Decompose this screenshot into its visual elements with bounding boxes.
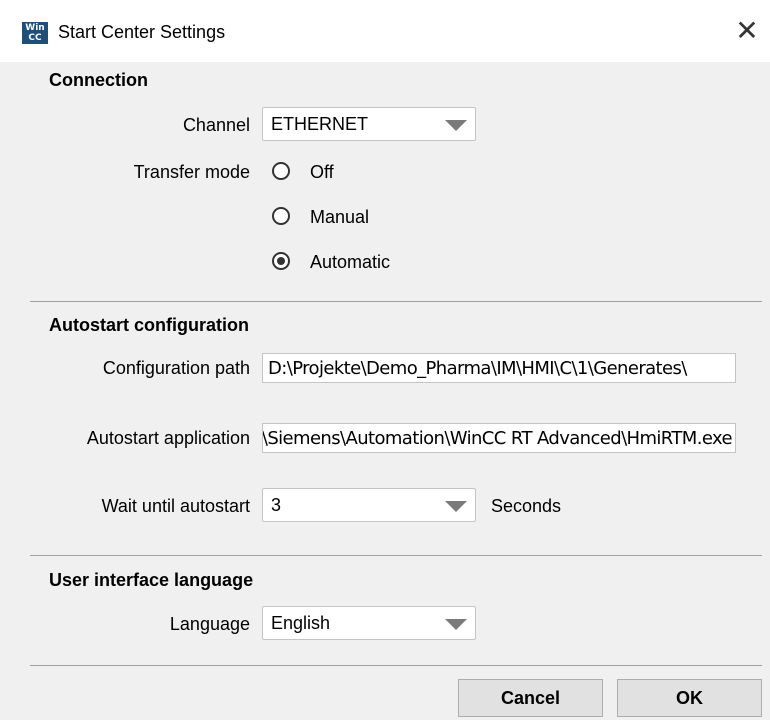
autostart-app-input[interactable]: C:\Program Files\Siemens\Automation\WinC… <box>262 423 736 453</box>
radio-automatic-label: Automatic <box>310 252 391 272</box>
transfer-mode-label: Transfer mode <box>133 162 250 182</box>
close-icon: ✕ <box>735 15 759 46</box>
window-title: Start Center Settings <box>58 22 226 42</box>
wait-autostart-dropdown[interactable]: 3 <box>262 488 476 522</box>
config-path-label: Configuration path <box>102 358 250 378</box>
autostart-app-label: Autostart application <box>86 428 250 448</box>
dropdown-arrow-icon <box>445 501 467 512</box>
ok-button[interactable]: OK <box>617 679 762 717</box>
connection-section-title: Connection <box>49 70 148 90</box>
language-section-title: User interface language <box>49 570 254 590</box>
language-dropdown[interactable]: English <box>262 606 476 640</box>
autostart-section-title: Autostart configuration <box>49 315 249 335</box>
channel-label: Channel <box>182 115 250 135</box>
channel-value: ETHERNET <box>271 114 369 134</box>
radio-manual[interactable] <box>272 207 290 225</box>
autostart-app-value: C:\Program Files\Siemens\Automation\WinC… <box>262 428 733 449</box>
separator <box>30 665 762 666</box>
dropdown-arrow-icon <box>445 619 467 630</box>
title-bar: Win CC Start Center Settings ✕ <box>0 0 770 62</box>
radio-off-label: Off <box>310 162 334 182</box>
separator <box>30 555 762 556</box>
wait-autostart-value: 3 <box>271 495 282 515</box>
radio-off[interactable] <box>272 162 290 180</box>
channel-dropdown[interactable]: ETHERNET <box>262 107 476 141</box>
wincc-app-icon: Win CC <box>22 22 48 44</box>
radio-automatic[interactable] <box>272 252 290 270</box>
close-button[interactable]: ✕ <box>726 8 768 54</box>
dropdown-arrow-icon <box>445 120 467 131</box>
radio-manual-label: Manual <box>310 207 370 227</box>
language-value: English <box>271 613 331 633</box>
seconds-label: Seconds <box>491 496 562 516</box>
wait-autostart-label: Wait until autostart <box>101 496 250 516</box>
config-path-input[interactable]: D:\Projekte\Demo_Pharma\IM\HMI\C\1\Gener… <box>262 353 736 383</box>
cancel-button[interactable]: Cancel <box>458 679 603 717</box>
settings-dialog: Win CC Start Center Settings ✕ Connection… <box>0 0 770 720</box>
separator <box>30 301 762 302</box>
language-label: Language <box>169 614 250 634</box>
config-path-value: D:\Projekte\Demo_Pharma\IM\HMI\C\1\Gener… <box>268 358 687 379</box>
